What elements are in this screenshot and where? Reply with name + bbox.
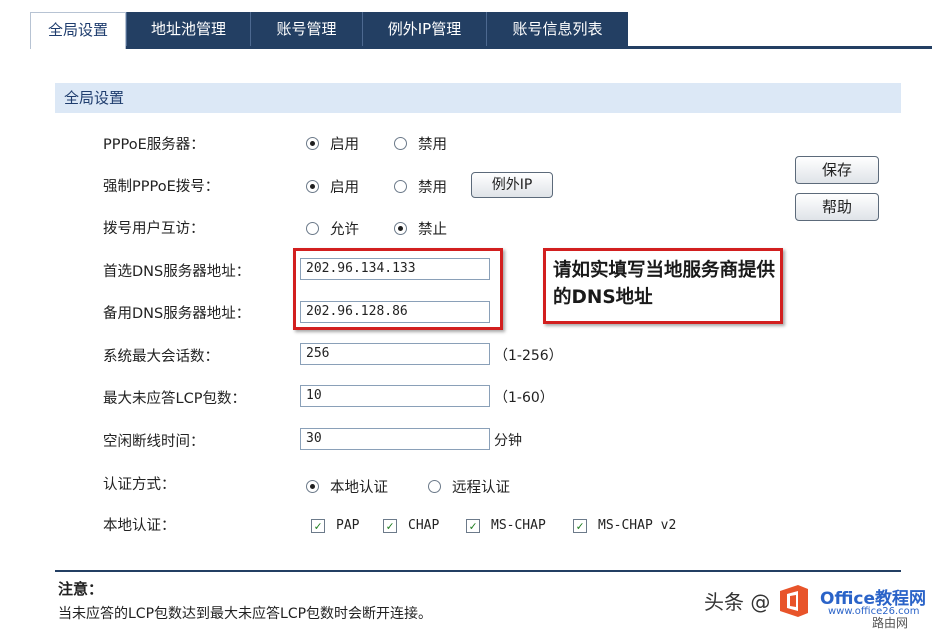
auth-method-remote[interactable]: 远程认证 [428,476,510,497]
note-title: 注意： [58,580,104,598]
max-lcp-label: 最大未应答LCP包数： [103,391,246,407]
local-auth-pap[interactable]: ✓ PAP [311,518,359,533]
idle-timeout-label: 空闲断线时间： [103,434,205,450]
radio-unchecked-icon[interactable] [306,222,319,235]
callout-text: 请如实填写当地服务商提供的DNS地址 [553,260,776,308]
dial-user-access-allow[interactable]: 允许 [306,218,359,239]
help-button[interactable]: 帮助 [795,193,879,221]
office-logo-icon [780,585,808,617]
checkbox-checked-icon[interactable]: ✓ [311,518,325,533]
save-button[interactable]: 保存 [795,156,879,184]
auth-method-label: 认证方式： [103,477,176,493]
local-auth-chap[interactable]: ✓ CHAP [383,518,439,533]
radio-checked-icon[interactable] [306,180,319,193]
tab-account-management[interactable]: 账号管理 [250,12,362,46]
pppoe-server-label: PPPoE服务器： [103,137,205,153]
local-auth-mschap-v2[interactable]: ✓ MS-CHAP v2 [573,518,676,533]
note-text: 当未应答的LCP包数达到最大未应答LCP包数时会断开连接。 [58,606,433,622]
exception-ip-button[interactable]: 例外IP [471,172,553,198]
tab-global-settings[interactable]: 全局设置 [30,12,126,49]
force-pppoe-label: 强制PPPoE拨号： [103,179,220,195]
local-auth-label: 本地认证： [103,518,176,534]
tab-address-pool[interactable]: 地址池管理 [126,12,250,46]
backup-dns-label: 备用DNS服务器地址： [103,306,251,322]
dial-user-access-label: 拨号用户互访： [103,221,205,237]
checkbox-checked-icon[interactable]: ✓ [466,518,480,533]
section-title: 全局设置 [55,83,901,113]
idle-timeout-input[interactable]: 30 [300,428,490,450]
dns-highlight-box [293,248,503,330]
checkbox-checked-icon[interactable]: ✓ [573,518,587,533]
max-lcp-range: （1-60） [494,390,554,406]
watermark-author: 头条 @ [704,590,771,614]
checkbox-checked-icon[interactable]: ✓ [383,518,397,533]
dial-user-access-deny[interactable]: 禁止 [394,218,447,239]
local-auth-mschap[interactable]: ✓ MS-CHAP [466,518,546,533]
radio-checked-icon[interactable] [306,137,319,150]
divider [55,570,901,572]
idle-timeout-unit: 分钟 [494,433,522,449]
radio-unchecked-icon[interactable] [394,137,407,150]
max-lcp-input[interactable]: 10 [300,385,490,407]
radio-unchecked-icon[interactable] [428,480,441,493]
pppoe-server-disable[interactable]: 禁用 [394,133,447,154]
radio-checked-icon[interactable] [306,480,319,493]
auth-method-local[interactable]: 本地认证 [306,476,388,497]
force-pppoe-disable[interactable]: 禁用 [394,176,447,197]
max-sessions-label: 系统最大会话数： [103,349,219,365]
watermark-site: 路由网 [872,616,909,630]
tab-bar: 全局设置 地址池管理 账号管理 例外IP管理 账号信息列表 [30,12,932,49]
tab-exception-ip[interactable]: 例外IP管理 [362,12,486,46]
radio-unchecked-icon[interactable] [394,180,407,193]
pppoe-server-enable[interactable]: 启用 [306,133,359,154]
tab-account-info-list[interactable]: 账号信息列表 [486,12,628,46]
primary-dns-label: 首选DNS服务器地址： [103,264,251,280]
force-pppoe-enable[interactable]: 启用 [306,176,359,197]
radio-checked-icon[interactable] [394,222,407,235]
max-sessions-input[interactable]: 256 [300,343,490,365]
max-sessions-range: （1-256） [494,348,563,364]
